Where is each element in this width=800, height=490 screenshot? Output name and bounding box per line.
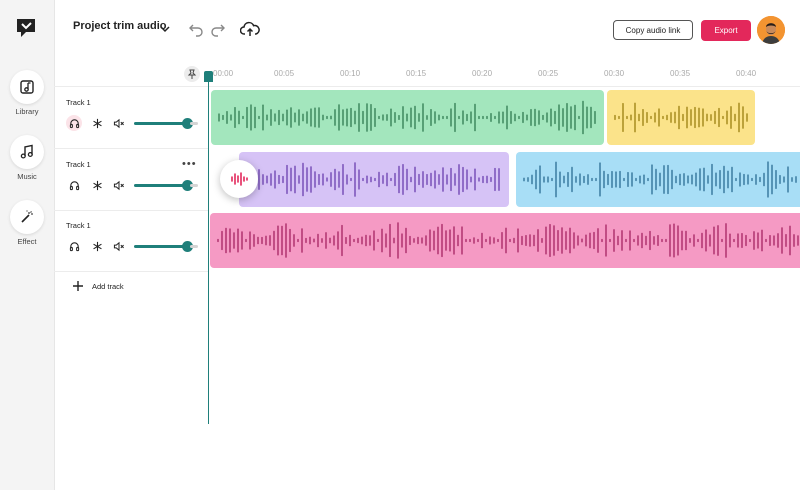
app-logo-icon[interactable] — [15, 17, 37, 39]
ruler-tick: 00:30 — [604, 69, 625, 78]
ruler-tick: 00:05 — [274, 69, 295, 78]
cloud-upload-icon[interactable] — [240, 20, 260, 38]
mute-icon[interactable] — [111, 115, 127, 131]
track-name[interactable]: Track 1 — [66, 221, 91, 230]
waveform-icon — [231, 172, 248, 186]
left-sidebar: Library Music Effect — [0, 0, 55, 490]
timeline-empty-area — [54, 270, 800, 490]
track-header: Track 1 — [54, 210, 208, 272]
track-name[interactable]: Track 1 — [66, 98, 91, 107]
volume-slider[interactable] — [134, 118, 193, 129]
ruler-tick: 00:00 — [213, 69, 234, 78]
freeze-icon[interactable] — [89, 238, 105, 254]
headphones-icon[interactable] — [66, 177, 82, 193]
freeze-icon[interactable] — [89, 115, 105, 131]
sidebar-item-label: Effect — [17, 237, 37, 246]
volume-slider-track[interactable] — [190, 184, 198, 187]
volume-slider[interactable] — [134, 241, 193, 252]
ruler-tick: 00:25 — [538, 69, 559, 78]
timeline-ruler[interactable]: 00:00 00:05 00:10 00:15 00:20 00:25 00:3… — [208, 67, 800, 83]
sidebar-item-music[interactable]: Music — [5, 135, 49, 181]
avatar[interactable] — [757, 16, 785, 44]
magic-wand-icon[interactable] — [10, 200, 44, 234]
marker-pin-icon[interactable] — [184, 66, 200, 82]
redo-icon[interactable] — [210, 21, 226, 37]
library-icon[interactable] — [10, 70, 44, 104]
audio-clip[interactable] — [239, 152, 509, 207]
freeze-icon[interactable] — [89, 177, 105, 193]
mute-icon[interactable] — [111, 177, 127, 193]
playhead[interactable] — [208, 74, 209, 424]
ruler-tick: 00:10 — [340, 69, 361, 78]
export-button[interactable]: Export — [701, 20, 751, 41]
ruler-tick: 00:20 — [472, 69, 493, 78]
sidebar-item-library[interactable]: Library — [5, 70, 49, 116]
headphones-icon[interactable] — [66, 115, 82, 131]
audio-clip[interactable] — [607, 90, 755, 145]
headphones-icon[interactable] — [66, 238, 82, 254]
ruler-tick: 00:35 — [670, 69, 691, 78]
audio-clip[interactable] — [516, 152, 800, 207]
chevron-down-icon[interactable] — [158, 22, 172, 36]
track-header: Track 1 ••• — [54, 149, 208, 211]
audio-clip[interactable] — [211, 90, 604, 145]
drag-handle[interactable] — [220, 160, 258, 198]
volume-slider-track[interactable] — [190, 245, 198, 248]
audio-clip[interactable] — [210, 213, 800, 268]
ruler-tick: 00:40 — [736, 69, 757, 78]
ruler-tick: 00:15 — [406, 69, 427, 78]
mute-icon[interactable] — [111, 238, 127, 254]
track-name[interactable]: Track 1 — [66, 160, 91, 169]
copy-audio-link-button[interactable]: Copy audio link — [613, 20, 693, 40]
undo-icon[interactable] — [188, 21, 204, 37]
playhead-handle[interactable] — [204, 71, 213, 82]
track-header: Track 1 — [54, 87, 208, 149]
project-title[interactable]: Project trim audio — [73, 20, 167, 32]
more-options-icon[interactable]: ••• — [182, 158, 197, 170]
music-note-icon[interactable] — [10, 135, 44, 169]
volume-slider[interactable] — [134, 180, 193, 191]
volume-slider-track[interactable] — [190, 122, 198, 125]
sidebar-item-label: Music — [17, 172, 37, 181]
sidebar-item-label: Library — [15, 107, 39, 116]
sidebar-item-effect[interactable]: Effect — [5, 200, 49, 246]
